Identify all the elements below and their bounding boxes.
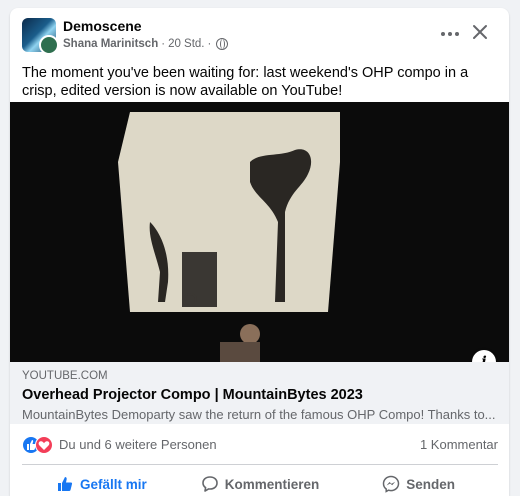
author-avatar[interactable]: [39, 35, 59, 55]
thumbs-up-icon: [57, 477, 73, 491]
send-button[interactable]: Senden: [339, 468, 498, 496]
close-icon[interactable]: [468, 20, 492, 44]
reaction-summary[interactable]: Du und 6 weitere Personen: [59, 437, 217, 452]
love-reaction-icon: [35, 436, 53, 454]
comment-label: Kommentieren: [224, 476, 320, 492]
divider: [22, 464, 498, 465]
link-preview[interactable]: YOUTUBE.COM Overhead Projector Compo | M…: [10, 362, 509, 424]
post-meta: Shana Marinitsch · 20 Std. ·: [63, 38, 229, 50]
reaction-icons[interactable]: [22, 435, 54, 454]
meta-separator: ·: [207, 38, 212, 50]
comment-button[interactable]: Kommentieren: [181, 468, 340, 496]
like-button[interactable]: Gefällt mir: [22, 468, 181, 496]
messenger-icon: [383, 475, 400, 493]
post-time[interactable]: 20 Std.: [168, 38, 204, 50]
comment-count[interactable]: 1 Kommentar: [420, 437, 498, 452]
like-label: Gefällt mir: [79, 476, 147, 492]
post-header: Demoscene Shana Marinitsch · 20 Std. ·: [10, 8, 509, 60]
group-name[interactable]: Demoscene: [63, 18, 142, 34]
video-thumbnail[interactable]: i: [10, 102, 509, 362]
post-card: Demoscene Shana Marinitsch · 20 Std. · T…: [10, 8, 509, 496]
link-domain: YOUTUBE.COM: [22, 370, 108, 382]
comment-icon: [201, 476, 218, 492]
reactions-bar: Du und 6 weitere Personen 1 Kommentar: [22, 435, 498, 455]
action-bar: Gefällt mir Kommentieren Senden: [22, 468, 498, 496]
meta-separator: ·: [161, 38, 166, 50]
link-title[interactable]: Overhead Projector Compo | MountainBytes…: [22, 387, 363, 403]
link-description: MountainBytes Demoparty saw the return o…: [22, 407, 496, 422]
post-text: The moment you've been waiting for: last…: [22, 65, 469, 99]
more-icon[interactable]: [438, 22, 462, 46]
send-label: Senden: [406, 476, 456, 492]
globe-icon: [216, 38, 229, 50]
author-name[interactable]: Shana Marinitsch: [63, 38, 158, 50]
